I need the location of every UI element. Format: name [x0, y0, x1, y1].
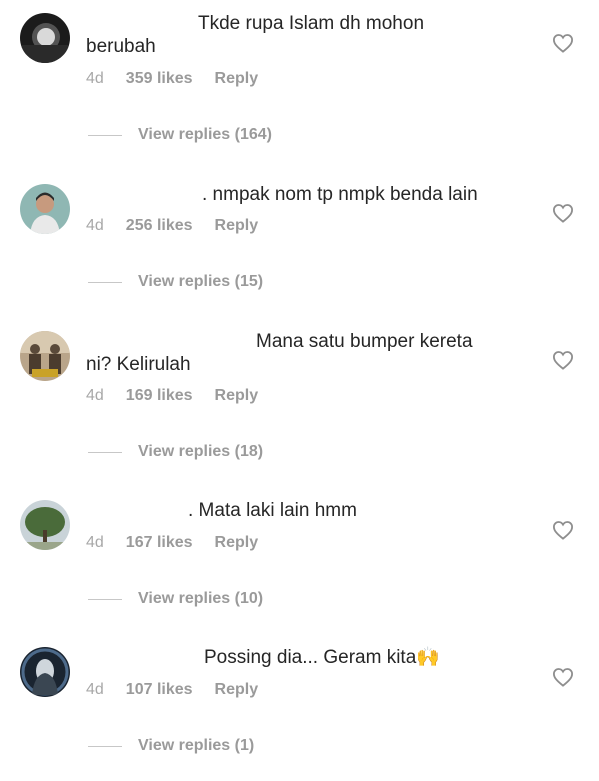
heart-outline-icon[interactable]	[552, 520, 574, 540]
reply-button[interactable]: Reply	[215, 70, 259, 88]
view-replies-button[interactable]: View replies (15)	[88, 273, 263, 291]
avatar[interactable]	[20, 647, 70, 697]
reply-button[interactable]: Reply	[215, 217, 259, 235]
comment-age: 4d	[86, 70, 104, 87]
divider-line	[88, 134, 122, 136]
likes-count[interactable]: 107 likes	[126, 681, 193, 699]
divider-line	[88, 745, 122, 747]
heart-outline-icon[interactable]	[552, 667, 574, 687]
comment-text: Possing dia... Geram kita🙌	[204, 647, 440, 668]
view-replies-button[interactable]: View replies (1)	[88, 737, 254, 755]
avatar[interactable]	[20, 184, 70, 234]
comment-meta: 4d 107 likes Reply	[86, 681, 258, 699]
reply-button[interactable]: Reply	[215, 681, 259, 699]
comment-text: . Mata laki lain hmm	[188, 500, 357, 521]
comment-meta: 4d 169 likes Reply	[86, 387, 258, 405]
comment-meta: 4d 167 likes Reply	[86, 534, 258, 552]
view-replies-button[interactable]: View replies (164)	[88, 126, 272, 144]
avatar[interactable]	[20, 331, 70, 381]
comment-age: 4d	[86, 387, 104, 404]
likes-count[interactable]: 167 likes	[126, 534, 193, 552]
view-replies-button[interactable]: View replies (10)	[88, 590, 263, 608]
divider-line	[88, 281, 122, 283]
heart-outline-icon[interactable]	[552, 33, 574, 53]
avatar[interactable]	[20, 13, 70, 63]
comment-meta: 4d 256 likes Reply	[86, 217, 258, 235]
view-replies-button[interactable]: View replies (18)	[88, 443, 263, 461]
comment-text: Tkde rupa Islam dh mohon berubah	[86, 13, 425, 57]
divider-line	[88, 451, 122, 453]
comment-meta: 4d 359 likes Reply	[86, 70, 258, 88]
likes-count[interactable]: 359 likes	[126, 70, 193, 88]
likes-count[interactable]: 169 likes	[126, 387, 193, 405]
reply-button[interactable]: Reply	[215, 534, 259, 552]
comment-age: 4d	[86, 217, 104, 234]
comment-text: Mana satu bumper kereta ni? Kelirulah	[86, 331, 473, 375]
comment-age: 4d	[86, 534, 104, 551]
likes-count[interactable]: 256 likes	[126, 217, 193, 235]
avatar[interactable]	[20, 500, 70, 550]
heart-outline-icon[interactable]	[552, 203, 574, 223]
divider-line	[88, 598, 122, 600]
reply-button[interactable]: Reply	[215, 387, 259, 405]
comment-age: 4d	[86, 681, 104, 698]
heart-outline-icon[interactable]	[552, 350, 574, 370]
comment-text: . nmpak nom tp nmpk benda lain	[202, 184, 478, 205]
